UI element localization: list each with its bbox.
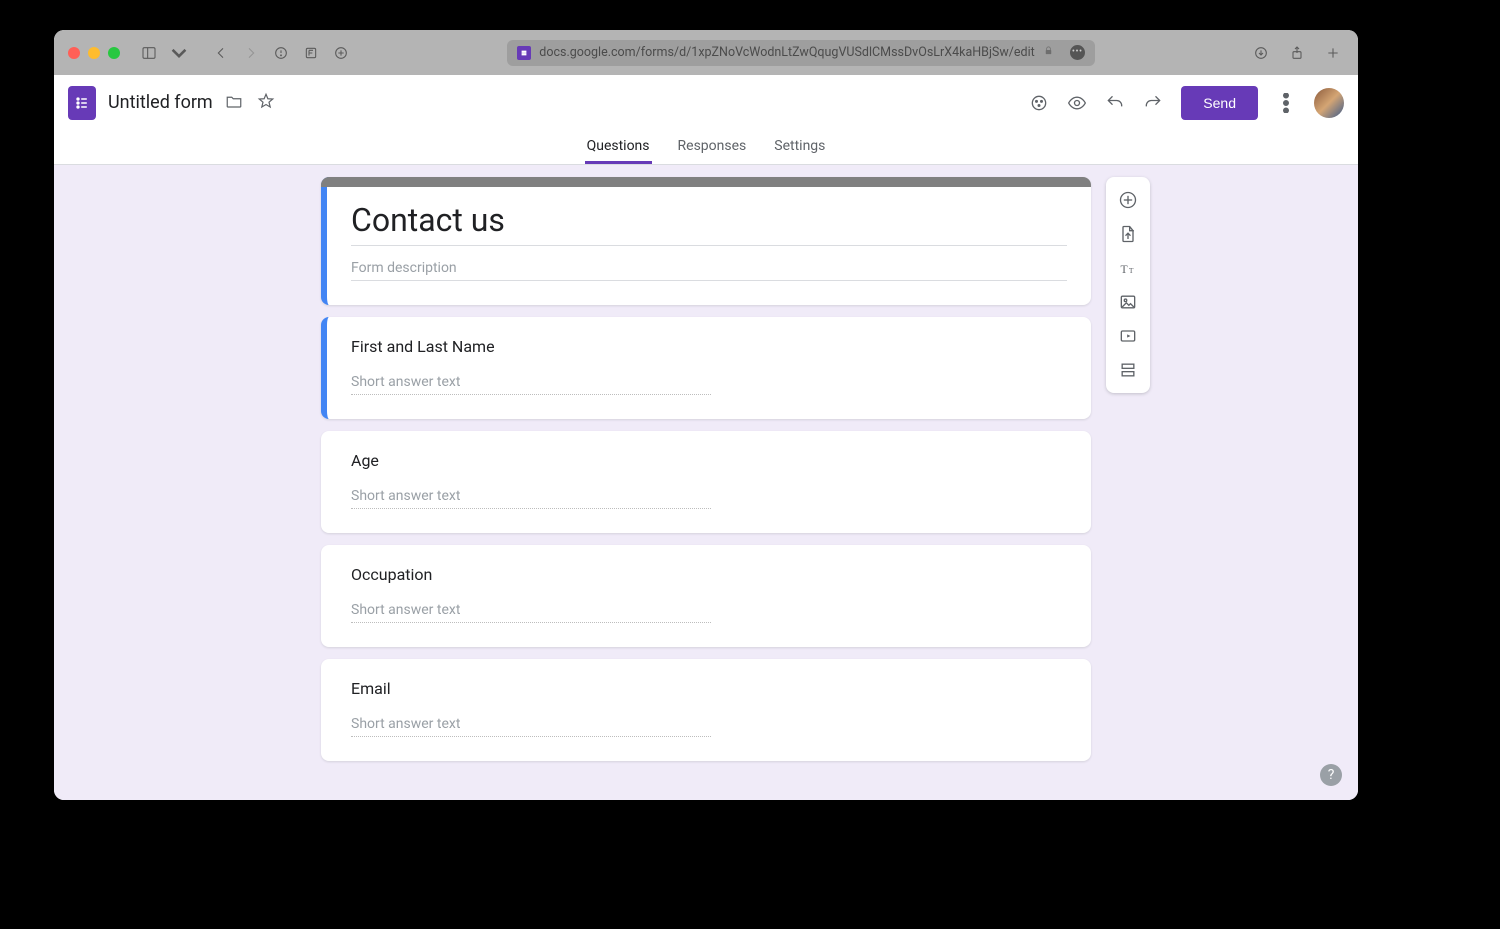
question-card[interactable]: Occupation Short answer text [321,545,1091,647]
answer-placeholder: Short answer text [351,488,711,509]
window-minimize-button[interactable] [88,47,100,59]
question-title[interactable]: Occupation [351,565,1067,584]
form-canvas: First and Last Name Short answer text Ag… [54,165,1358,800]
app-header: Untitled form Send Questions [54,75,1358,165]
new-tab-plus-icon[interactable] [1322,42,1344,64]
window-close-button[interactable] [68,47,80,59]
svg-text:T: T [1129,266,1134,275]
tab-settings[interactable]: Settings [772,130,827,164]
forward-button [240,42,262,64]
add-image-icon[interactable] [1110,287,1146,317]
help-icon[interactable]: ? [1320,764,1342,786]
avatar[interactable] [1314,88,1344,118]
add-section-icon[interactable] [1110,355,1146,385]
google-forms-logo[interactable] [68,86,96,120]
customize-theme-icon[interactable] [1029,93,1049,113]
redo-icon[interactable] [1143,93,1163,113]
privacy-report-icon[interactable] [270,42,292,64]
form-description-input[interactable] [351,252,1067,281]
question-card[interactable]: First and Last Name Short answer text [321,317,1091,419]
sidebar-icon[interactable] [138,42,160,64]
add-video-icon[interactable] [1110,321,1146,351]
import-questions-icon[interactable] [1110,219,1146,249]
new-tab-button[interactable] [330,42,352,64]
browser-window: docs.google.com/forms/d/1xpZNoVcWodnLtZw… [54,30,1358,800]
answer-placeholder: Short answer text [351,716,711,737]
translate-icon[interactable] [300,42,322,64]
lock-icon [1043,45,1054,60]
side-toolbar: TT [1106,177,1150,393]
undo-icon[interactable] [1105,93,1125,113]
question-card[interactable]: Age Short answer text [321,431,1091,533]
document-title[interactable]: Untitled form [108,92,213,113]
question-card[interactable]: Email Short answer text [321,659,1091,761]
answer-placeholder: Short answer text [351,374,711,395]
address-bar[interactable]: docs.google.com/forms/d/1xpZNoVcWodnLtZw… [507,40,1094,66]
preview-icon[interactable] [1067,93,1087,113]
downloads-icon[interactable] [1250,42,1272,64]
back-button[interactable] [210,42,232,64]
chevron-down-icon[interactable] [168,42,190,64]
add-question-icon[interactable] [1110,185,1146,215]
answer-placeholder: Short answer text [351,602,711,623]
question-title[interactable]: Age [351,451,1067,470]
send-button[interactable]: Send [1181,86,1258,120]
form-title-card[interactable] [321,177,1091,305]
folder-icon[interactable] [225,92,243,114]
window-controls [68,47,120,59]
browser-toolbar: docs.google.com/forms/d/1xpZNoVcWodnLtZw… [54,30,1358,75]
address-bar-container: docs.google.com/forms/d/1xpZNoVcWodnLtZw… [360,40,1242,66]
form-title-input[interactable] [351,199,1067,246]
window-zoom-button[interactable] [108,47,120,59]
header-tabs: Questions Responses Settings [54,130,1358,164]
app-body: Untitled form Send Questions [54,75,1358,800]
url-text: docs.google.com/forms/d/1xpZNoVcWodnLtZw… [539,45,1034,60]
tab-responses[interactable]: Responses [676,130,749,164]
add-title-icon[interactable]: TT [1110,253,1146,283]
tab-questions[interactable]: Questions [585,130,652,164]
page-actions-icon[interactable]: ••• [1070,45,1085,60]
svg-text:T: T [1121,263,1128,276]
star-icon[interactable] [257,92,275,114]
question-title[interactable]: Email [351,679,1067,698]
share-icon[interactable] [1286,42,1308,64]
more-icon[interactable] [1276,93,1296,113]
site-favicon [517,46,531,60]
question-title[interactable]: First and Last Name [351,337,1067,356]
